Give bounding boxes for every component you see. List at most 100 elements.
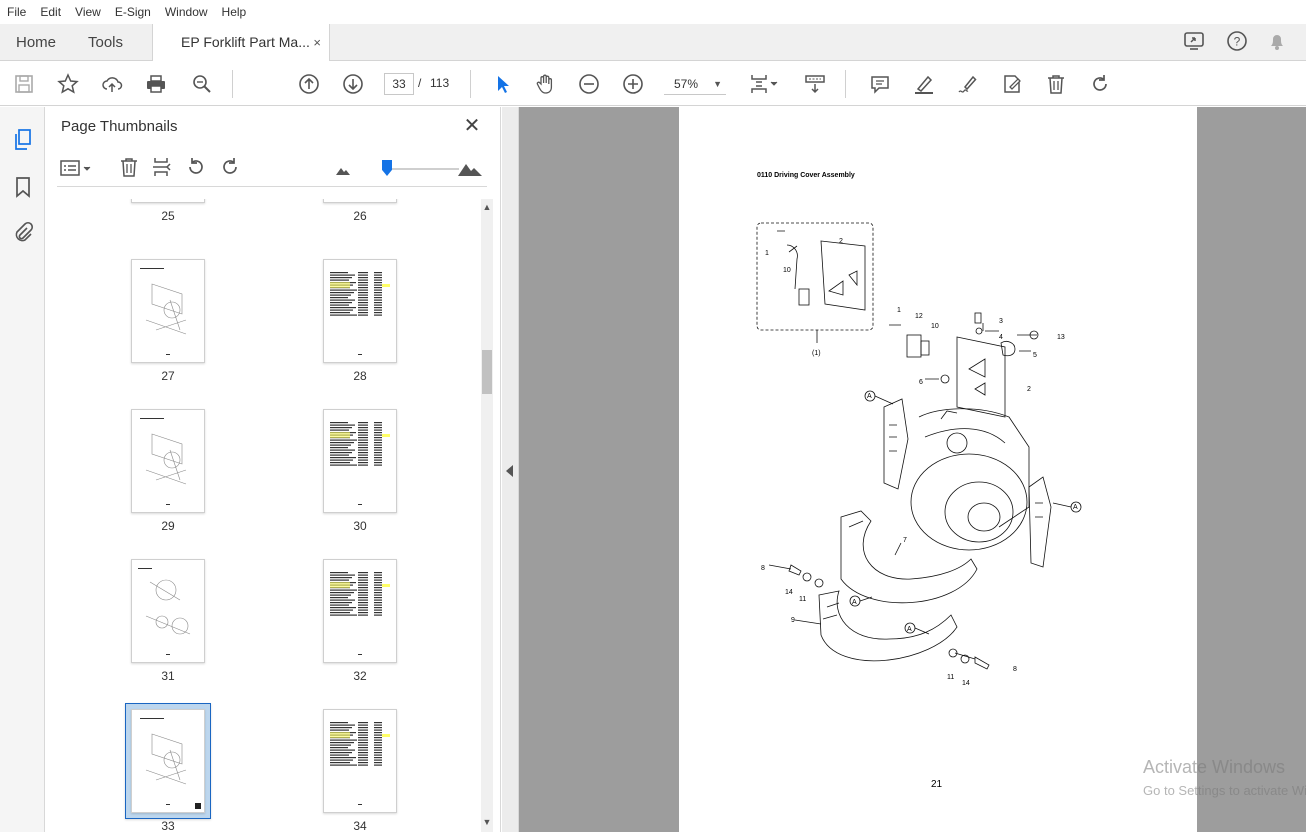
menu-help[interactable]: Help (215, 0, 254, 24)
page-separator: / (418, 76, 422, 90)
share-screen-icon[interactable] (1182, 30, 1208, 54)
thumbnail-insert-icon[interactable] (151, 156, 175, 180)
diagram-callout: 13 (1057, 334, 1065, 341)
activation-watermark-subtitle: Go to Settings to activate Windows. (1143, 783, 1306, 798)
collapse-arrow-icon (506, 465, 513, 477)
thumbnail-delete-icon[interactable] (118, 156, 142, 180)
thumbnail-page-label: 30 (353, 519, 367, 533)
zoom-out-icon[interactable] (575, 70, 603, 98)
tab-document[interactable]: EP Forklift Part Ma... × (152, 24, 330, 61)
thumbnail-page-label: 25 (161, 209, 175, 223)
page-thumbnail[interactable] (131, 559, 205, 663)
thumbnail-size-slider-track[interactable] (383, 168, 459, 170)
diagram-callout: 1 (897, 307, 901, 314)
tab-tools[interactable]: Tools (88, 24, 123, 61)
attachments-icon[interactable] (10, 219, 36, 245)
upload-icon[interactable] (98, 70, 126, 98)
thumbnail-page-label: 34 (353, 819, 367, 832)
diagram-callout: 1 (765, 250, 769, 257)
scroll-mode-icon[interactable] (801, 70, 829, 98)
page-thumbnails-icon[interactable] (10, 127, 36, 153)
thumbnail-list: 25 26 27 28 29 30 31 32 33 34 (45, 199, 483, 832)
comment-icon[interactable] (866, 70, 894, 98)
tab-close-icon[interactable]: × (313, 24, 321, 61)
select-cursor-icon[interactable] (488, 70, 516, 98)
page-thumbnail[interactable] (323, 259, 397, 363)
thumbnail-scrollbar[interactable]: ▲ ▼ (481, 199, 493, 832)
small-thumbnail-icon[interactable] (335, 163, 351, 177)
scrollbar-thumb[interactable] (482, 350, 492, 394)
hand-icon[interactable] (531, 70, 559, 98)
menu-file[interactable]: File (0, 0, 33, 24)
thumbnail-toolbar (57, 151, 487, 187)
tab-bar: Home Tools EP Forklift Part Ma... × ? (0, 24, 1306, 61)
menu-view[interactable]: View (68, 0, 108, 24)
menu-esign[interactable]: E-Sign (108, 0, 158, 24)
thumbnail-options-icon[interactable] (59, 157, 95, 181)
left-navigation-rail (0, 107, 45, 832)
thumbnail-size-slider-handle[interactable] (382, 160, 392, 176)
thumbnail-page-label: 28 (353, 369, 367, 383)
diagram-callout: 8 (1013, 666, 1017, 673)
tab-home[interactable]: Home (16, 24, 56, 61)
diagram-callout: 7 (903, 537, 907, 544)
notification-bell-icon[interactable] (1266, 30, 1290, 54)
menu-edit[interactable]: Edit (33, 0, 68, 24)
panel-close-icon[interactable]: ✕ (461, 115, 483, 137)
page-thumbnail[interactable] (131, 199, 205, 203)
diagram-callout: 14 (962, 680, 970, 687)
panel-title: Page Thumbnails (61, 118, 178, 135)
fit-page-icon[interactable] (745, 70, 781, 98)
zoom-select[interactable]: 57% ▼ (664, 73, 726, 95)
page-thumbnail[interactable] (131, 709, 205, 813)
diagram-callout: 5 (1033, 352, 1037, 359)
document-page: 0110 Driving Cover Assembly 1 2 10 (1) 1… (679, 107, 1197, 832)
diagram-callout: 8 (761, 565, 765, 572)
fill-sign-icon[interactable] (998, 70, 1026, 98)
document-viewer[interactable]: 0110 Driving Cover Assembly 1 2 10 (1) 1… (519, 107, 1306, 832)
document-page-number: 21 (931, 779, 943, 790)
menu-window[interactable]: Window (158, 0, 215, 24)
rotate-counterclockwise-icon[interactable] (185, 156, 209, 180)
print-icon[interactable] (142, 70, 170, 98)
delete-icon[interactable] (1042, 70, 1070, 98)
page-thumbnails-panel: Page Thumbnails ✕ 25 26 27 28 29 30 31 32 33 34 ▲… (45, 107, 501, 832)
diagram-callout: 2 (1027, 386, 1031, 393)
sign-icon[interactable] (954, 70, 982, 98)
diagram-callout: A (1073, 504, 1078, 511)
page-thumbnail[interactable] (131, 259, 205, 363)
page-down-icon[interactable] (339, 70, 367, 98)
scroll-up-icon[interactable]: ▲ (481, 202, 493, 212)
page-number-input[interactable]: 33 (384, 73, 414, 95)
scroll-down-icon[interactable]: ▼ (481, 817, 493, 827)
page-thumbnail[interactable] (323, 199, 397, 203)
main-toolbar: 33 / 113 57% ▼ (0, 62, 1306, 106)
diagram-callout: 14 (785, 589, 793, 596)
bookmark-star-icon[interactable] (54, 70, 82, 98)
rotate-icon[interactable] (1086, 70, 1114, 98)
zoom-in-icon[interactable] (619, 70, 647, 98)
large-thumbnail-icon[interactable] (457, 159, 483, 179)
thumbnail-page-label: 29 (161, 519, 175, 533)
search-zoom-icon[interactable] (188, 70, 216, 98)
diagram-callout: 10 (931, 323, 939, 330)
thumbnail-page-label: 26 (353, 209, 367, 223)
page-thumbnail[interactable] (131, 409, 205, 513)
page-up-icon[interactable] (295, 70, 323, 98)
page-thumbnail[interactable] (323, 409, 397, 513)
highlight-icon[interactable] (910, 70, 938, 98)
page-thumbnail[interactable] (323, 709, 397, 813)
page-thumbnail[interactable] (323, 559, 397, 663)
exploded-parts-diagram: 1210(1)1121034 13562AA781411 A9A11148 (756, 222, 1082, 687)
save-icon[interactable] (10, 70, 38, 98)
help-icon[interactable]: ? (1226, 30, 1250, 54)
diagram-callout: A (907, 626, 912, 633)
bookmarks-icon[interactable] (10, 174, 36, 200)
panel-collapse-handle[interactable] (502, 107, 519, 832)
tab-document-label: EP Forklift Part Ma... (181, 34, 310, 50)
diagram-callout: 6 (919, 379, 923, 386)
thumbnail-resize-handle[interactable] (195, 803, 201, 809)
diagram-callout: 9 (791, 617, 795, 624)
rotate-clockwise-icon[interactable] (219, 156, 243, 180)
diagram-callout: 2 (839, 238, 843, 245)
